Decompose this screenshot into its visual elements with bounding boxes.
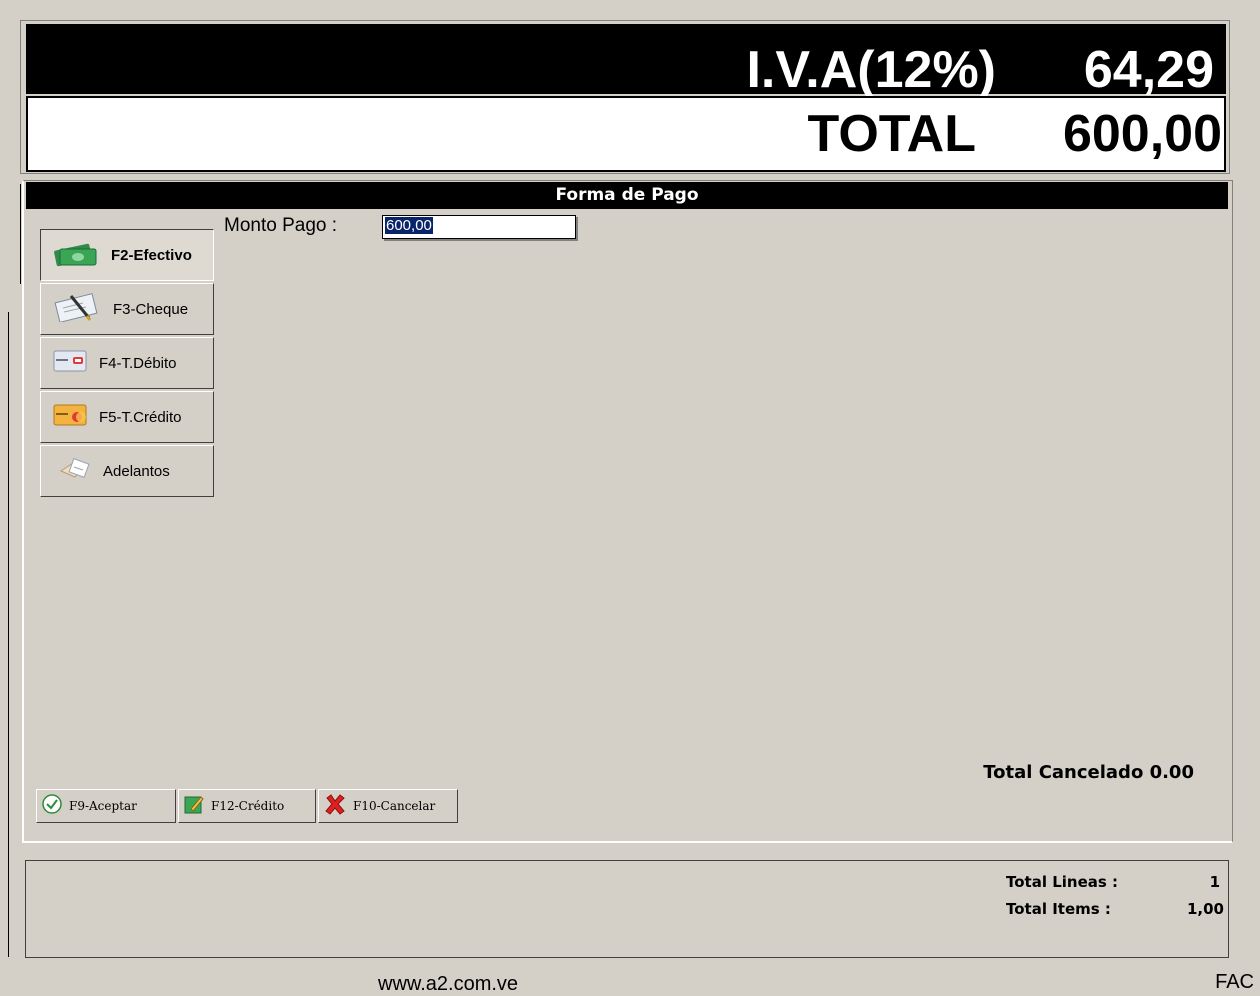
credito-label: F12-Crédito	[211, 799, 285, 813]
monto-pago-label: Monto Pago :	[224, 215, 338, 236]
advance-icon	[57, 455, 91, 488]
credito-method-button[interactable]: F5-T.Crédito	[40, 391, 214, 443]
checkmark-icon	[41, 793, 63, 820]
adelantos-button[interactable]: Adelantos	[40, 445, 214, 497]
cancel-x-icon	[323, 792, 347, 821]
efectivo-button[interactable]: F2-Efectivo	[40, 229, 214, 281]
credit-card-icon	[53, 403, 87, 432]
left-border-line	[8, 312, 9, 957]
cancelar-button[interactable]: F10-Cancelar	[318, 789, 458, 823]
status-panel: Total Lineas : 1 Total Items : 1,00	[25, 860, 1229, 958]
edit-note-icon	[183, 793, 205, 820]
efectivo-label: F2-Efectivo	[111, 246, 192, 264]
iva-label: I.V.A(12%)	[746, 41, 996, 99]
total-cancelado: Total Cancelado 0.00	[983, 762, 1194, 783]
aceptar-button[interactable]: F9-Aceptar	[36, 789, 176, 823]
adelantos-label: Adelantos	[103, 462, 170, 480]
footer-url: www.a2.com.ve	[378, 973, 519, 995]
monto-pago-value: 600,00	[385, 217, 433, 234]
total-value: 600,00	[1062, 105, 1222, 163]
cheque-button[interactable]: F3-Cheque	[40, 283, 214, 335]
total-items-value: 1,00	[1186, 900, 1224, 918]
payment-header: Forma de Pago	[26, 182, 1228, 209]
total-lineas-value: 1	[1209, 873, 1220, 891]
check-pen-icon	[53, 292, 101, 327]
iva-bar: I.V.A(12%) 64,29	[26, 24, 1226, 98]
cheque-label: F3-Cheque	[113, 300, 189, 318]
aceptar-label: F9-Aceptar	[69, 799, 137, 813]
total-label: TOTAL	[807, 105, 977, 163]
credito-method-label: F5-T.Crédito	[99, 408, 182, 426]
total-lineas-label: Total Lineas :	[1006, 873, 1119, 891]
debit-card-icon	[53, 349, 87, 378]
debito-label: F4-T.Débito	[99, 354, 177, 372]
debito-button[interactable]: F4-T.Débito	[40, 337, 214, 389]
total-bar: TOTAL 600,00	[26, 96, 1226, 172]
credito-button[interactable]: F12-Crédito	[178, 789, 316, 823]
left-border-notch	[20, 184, 21, 284]
cancelar-label: F10-Cancelar	[353, 799, 436, 813]
monto-pago-input[interactable]: 600,00	[382, 215, 576, 239]
cash-icon	[53, 239, 99, 272]
total-items-label: Total Items :	[1006, 900, 1111, 918]
iva-value: 64,29	[1083, 41, 1214, 99]
